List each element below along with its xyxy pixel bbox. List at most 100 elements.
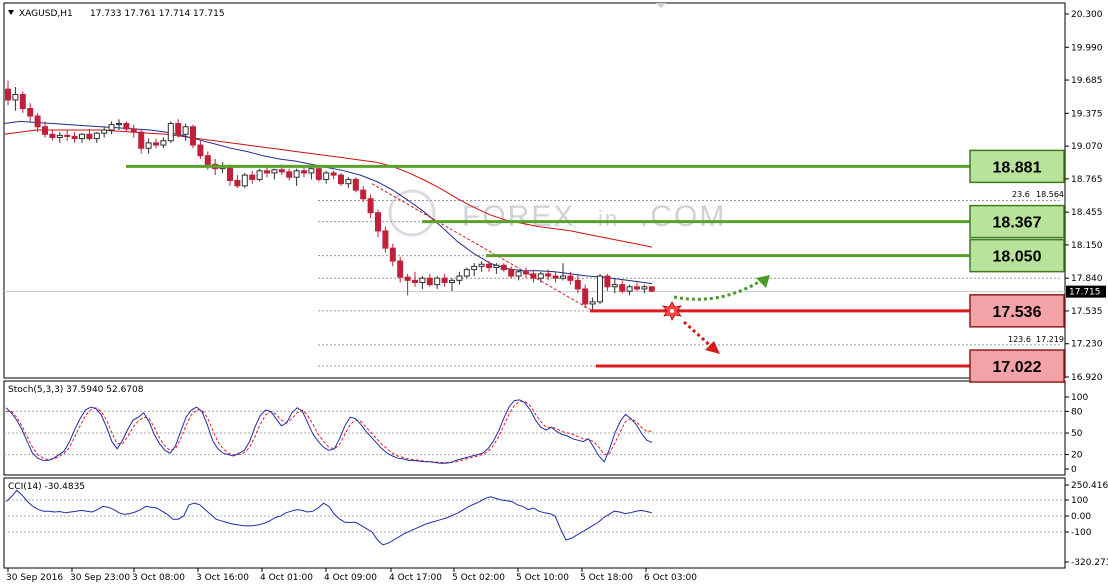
candle-body bbox=[508, 269, 515, 277]
price-tick-label: 20.300 bbox=[1071, 10, 1103, 20]
candle-body bbox=[5, 88, 11, 101]
fib-top-value: 18.564 bbox=[1036, 190, 1064, 199]
time-tick-label: 5 Oct 18:00 bbox=[580, 573, 633, 583]
price-axis: 20.300 19.990 19.685 19.375 19.070 18.765 18.4… bbox=[1065, 10, 1106, 383]
support-value: 17.022 bbox=[993, 359, 1042, 376]
time-tick-label: 5 Oct 02:00 bbox=[452, 573, 505, 583]
candle-body bbox=[552, 275, 559, 279]
time-tick-label: 4 Oct 01:00 bbox=[260, 573, 313, 583]
time-tick-label: 30 Sep 23:00 bbox=[70, 573, 130, 583]
price-tick-label: 19.070 bbox=[1071, 142, 1103, 152]
candle-body bbox=[160, 140, 167, 146]
candle-body bbox=[153, 142, 159, 146]
candle-body bbox=[589, 301, 596, 305]
candle-body bbox=[352, 178, 359, 191]
time-tick-label: 3 Oct 08:00 bbox=[132, 573, 185, 583]
candle-body bbox=[574, 279, 581, 290]
candle-body bbox=[315, 168, 322, 180]
candle-body bbox=[264, 170, 270, 174]
candle-body bbox=[123, 123, 130, 130]
resistance-value: 18.367 bbox=[993, 215, 1042, 232]
candle-body bbox=[545, 273, 552, 277]
candle-body bbox=[286, 171, 293, 178]
candle-body bbox=[42, 126, 48, 135]
candle-body bbox=[397, 260, 404, 278]
candle-body bbox=[626, 286, 633, 292]
watermark-text: FOREX bbox=[462, 200, 575, 233]
candle-body bbox=[34, 115, 41, 128]
candle-body bbox=[648, 286, 655, 292]
cci-tick-label: 100 bbox=[1071, 496, 1088, 506]
candle-body bbox=[389, 247, 396, 262]
chart-window: FOREX in .COM XAGUSD,H1 17.733 17.761 17… bbox=[0, 0, 1108, 588]
time-tick-label: 6 Oct 03:00 bbox=[644, 573, 697, 583]
support-value: 17.536 bbox=[993, 304, 1042, 321]
fib-top-label: 23.6 bbox=[1012, 190, 1030, 199]
candle-body bbox=[338, 174, 344, 185]
time-axis: 30 Sep 2016 30 Sep 23:00 3 Oct 08:00 3 Oct … bbox=[6, 568, 697, 583]
stoch-tick-label: 50 bbox=[1071, 429, 1083, 439]
price-tick-label: 17.535 bbox=[1071, 307, 1103, 317]
price-tick-label: 18.455 bbox=[1071, 208, 1103, 218]
symbol-label: XAGUSD,H1 bbox=[19, 9, 73, 19]
candle-body bbox=[116, 123, 122, 126]
main-panel-frame bbox=[3, 2, 1066, 379]
price-tick-label: 18.150 bbox=[1071, 241, 1103, 251]
candle-body bbox=[167, 123, 174, 142]
candle-body bbox=[360, 189, 367, 200]
cci-tick-label: 250.4168 bbox=[1071, 481, 1108, 491]
candle-body bbox=[293, 170, 300, 178]
candle-body bbox=[190, 126, 196, 146]
candle-body bbox=[271, 169, 278, 174]
candle-body bbox=[634, 286, 640, 290]
candle-body bbox=[611, 284, 618, 288]
candle-body bbox=[330, 172, 337, 176]
candle-body bbox=[560, 275, 566, 279]
candle-body bbox=[471, 265, 478, 271]
cci-tick-label: 0.00 bbox=[1071, 512, 1091, 522]
candle-body bbox=[419, 277, 426, 283]
candle-body bbox=[619, 284, 626, 292]
cci-tick-label: -320.273 bbox=[1071, 558, 1108, 568]
stoch-tick-label: 100 bbox=[1071, 393, 1088, 403]
candle-body bbox=[441, 277, 448, 283]
candle-body bbox=[486, 263, 492, 268]
candle-body bbox=[256, 170, 263, 180]
cci-panel-frame bbox=[3, 477, 1066, 569]
time-tick-label: 5 Oct 10:00 bbox=[516, 573, 569, 583]
candle-body bbox=[530, 273, 537, 279]
candle-body bbox=[227, 166, 233, 181]
chart-svg: FOREX in .COM XAGUSD,H1 17.733 17.761 17… bbox=[3, 2, 1108, 583]
candle-body bbox=[204, 155, 211, 165]
price-tick-label: 17.230 bbox=[1071, 340, 1103, 350]
candle-body bbox=[71, 135, 78, 140]
ohlc-label: 17.733 17.761 17.714 17.715 bbox=[90, 9, 225, 19]
stoch-label: Stoch(5,3,3) 37.5940 52.6708 bbox=[8, 385, 144, 395]
cci-label: CCI(14) -30.4835 bbox=[8, 482, 85, 492]
candle-body bbox=[537, 273, 544, 279]
candle-body bbox=[323, 172, 330, 180]
candle-body bbox=[301, 170, 307, 174]
candle-body bbox=[182, 126, 189, 135]
resistance-value: 18.050 bbox=[993, 249, 1042, 266]
candle-body bbox=[426, 277, 433, 286]
watermark-text-3: .COM bbox=[640, 200, 726, 233]
candle-body bbox=[478, 263, 485, 267]
time-tick-label: 3 Oct 16:00 bbox=[196, 573, 249, 583]
candle-body bbox=[604, 275, 611, 288]
price-tick-label: 17.840 bbox=[1071, 274, 1103, 284]
time-tick-label: 4 Oct 17:00 bbox=[389, 573, 442, 583]
candle-body bbox=[145, 142, 152, 149]
breakout-star-center bbox=[670, 309, 674, 313]
candle-body bbox=[130, 128, 137, 133]
stoch-panel-frame bbox=[3, 380, 1066, 476]
candle-body bbox=[567, 275, 574, 281]
candle-body bbox=[367, 198, 374, 214]
time-tick-label: 4 Oct 09:00 bbox=[324, 573, 377, 583]
candle-body bbox=[27, 108, 34, 117]
stoch-tick-label: 80 bbox=[1071, 407, 1083, 417]
candle-body bbox=[241, 174, 248, 187]
candle-body bbox=[463, 269, 470, 277]
candle-body bbox=[93, 132, 100, 140]
candle-body bbox=[493, 264, 500, 268]
